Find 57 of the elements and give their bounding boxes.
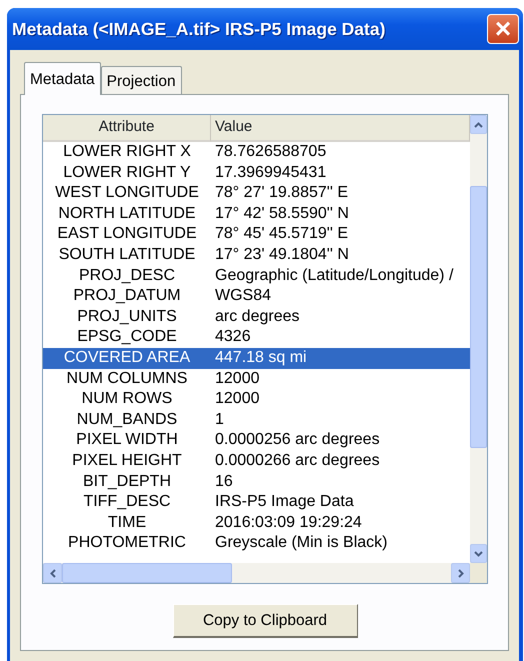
value-cell-text: 1 bbox=[214, 410, 225, 430]
vertical-scrollbar[interactable] bbox=[470, 115, 487, 563]
tab[interactable]: Projection bbox=[100, 66, 182, 94]
attribute-cell-text: TIME bbox=[106, 512, 148, 533]
attribute-cell-text: SOUTH LATITUDE bbox=[58, 244, 196, 265]
horizontal-scrollbar[interactable] bbox=[43, 563, 470, 583]
value-cell-text: 17.3969945431 bbox=[214, 162, 328, 183]
scroll-down-button[interactable] bbox=[470, 544, 487, 563]
attribute-cell-text: EPSG_CODE bbox=[76, 327, 178, 348]
selected-row[interactable]: COVERED AREA 447.18 sq mi bbox=[43, 348, 470, 369]
value-cell-text: 12000 bbox=[214, 368, 260, 389]
scroll-up-button[interactable] bbox=[470, 115, 487, 134]
column-header[interactable]: Attribute bbox=[43, 115, 211, 142]
attribute-cell-text: TIFF_DESC bbox=[82, 492, 172, 512]
close-button[interactable]: × bbox=[487, 14, 519, 44]
scrollbar-corner bbox=[470, 563, 487, 583]
attribute-cell-text: NUM_BANDS bbox=[76, 410, 178, 430]
value-cell-text: 17° 23' 49.1804'' N bbox=[214, 244, 350, 265]
value-cell-text: 16 bbox=[214, 472, 234, 492]
attribute-cell-text: PROJ_DESC bbox=[78, 266, 176, 286]
attribute-cell-text: PIXEL WIDTH bbox=[75, 430, 179, 450]
value-cell-text: 17° 42' 58.5590'' N bbox=[214, 204, 350, 224]
attribute-cell-text: NUM ROWS bbox=[80, 389, 174, 410]
attribute-cell-text: PIXEL HEIGHT bbox=[71, 450, 183, 471]
value-cell-text: IRS-P5 Image Data bbox=[214, 492, 355, 512]
value-cell-text: 2016:03:09 19:29:24 bbox=[214, 512, 363, 533]
attribute-cell-text: LOWER RIGHT X bbox=[62, 142, 192, 162]
scroll-right-button[interactable] bbox=[451, 563, 470, 583]
window-title: Metadata (<IMAGE_A.tif> IRS-P5 Image Data) bbox=[12, 18, 386, 41]
attribute-cell-text: COVERED AREA bbox=[62, 348, 192, 368]
attribute-cell-text: PROJ_UNITS bbox=[76, 306, 178, 327]
value-cell-text: Greyscale (Min is Black) bbox=[214, 533, 388, 554]
attribute-cell-text: WEST LONGITUDE bbox=[54, 183, 200, 204]
value-cell-text: 78.7626588705 bbox=[214, 142, 328, 162]
value-cell-text: Geographic (Latitude/Longitude) / bbox=[214, 266, 454, 286]
value-cell-text: WGS84 bbox=[214, 286, 272, 306]
attribute-cell-text: LOWER RIGHT Y bbox=[62, 162, 192, 183]
scroll-thumb[interactable] bbox=[470, 186, 487, 448]
value-cell-text: 12000 bbox=[214, 389, 260, 410]
column-header[interactable]: Value bbox=[211, 115, 470, 142]
copy-button[interactable]: Copy to Clipboard bbox=[172, 604, 358, 638]
value-cell-text: 0.0000266 arc degrees bbox=[214, 450, 381, 471]
attribute-cell-text: EAST LONGITUDE bbox=[56, 224, 198, 244]
attribute-cell-text: BIT_DEPTH bbox=[82, 472, 172, 492]
value-cell-text: 447.18 sq mi bbox=[214, 348, 308, 368]
attribute-cell-text: NUM COLUMNS bbox=[66, 368, 188, 389]
attribute-cell-text: PHOTOMETRIC bbox=[67, 533, 187, 554]
scroll-left-button[interactable] bbox=[43, 563, 62, 583]
scroll-thumb[interactable] bbox=[62, 563, 232, 583]
value-cell-text: 78° 45' 45.5719'' E bbox=[214, 224, 349, 244]
attribute-cell-text: PROJ_DATUM bbox=[72, 286, 182, 306]
tab[interactable]: Metadata bbox=[24, 62, 101, 95]
value-cell-text: arc degrees bbox=[214, 306, 300, 327]
value-cell-text: 0.0000256 arc degrees bbox=[214, 430, 381, 450]
attribute-cell-text: NORTH LATITUDE bbox=[57, 204, 197, 224]
value-cell-text: 78° 27' 19.8857'' E bbox=[214, 183, 349, 204]
value-cell-text: 4326 bbox=[214, 327, 252, 348]
